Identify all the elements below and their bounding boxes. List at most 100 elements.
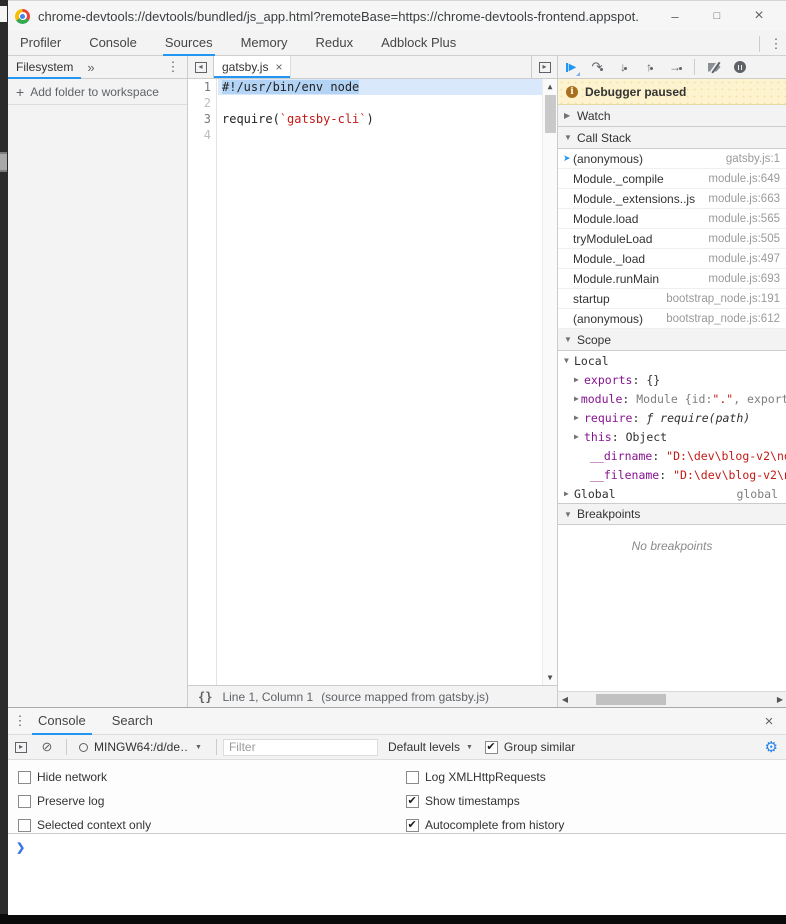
- watch-section-header[interactable]: ▶ Watch: [558, 105, 786, 127]
- close-drawer-icon[interactable]: ×: [760, 713, 778, 730]
- drawer-menu-icon[interactable]: ⋮: [8, 713, 32, 729]
- stack-frame[interactable]: startupbootstrap_node.js:191: [558, 289, 786, 309]
- clear-console-button[interactable]: ⊘: [34, 739, 60, 755]
- code-area[interactable]: 1 2 3 4 #!/usr/bin/env node require(`gat…: [188, 79, 557, 685]
- stack-frame[interactable]: Module._loadmodule.js:497: [558, 249, 786, 269]
- divider: [216, 739, 217, 755]
- tab-adblock-plus[interactable]: Adblock Plus: [379, 31, 458, 56]
- debugger-horizontal-scrollbar[interactable]: ◀ ▶: [558, 691, 786, 707]
- source-editor: ◂ gatsby.js × ▸ 1 2 3 4 #!/usr/bi: [188, 56, 557, 707]
- no-breakpoints-message: No breakpoints: [558, 539, 786, 553]
- tab-profiler[interactable]: Profiler: [18, 31, 63, 56]
- toggle-navigator-button[interactable]: ◂: [188, 56, 214, 78]
- hide-network-checkbox[interactable]: [18, 771, 31, 784]
- scroll-up-icon[interactable]: ▲: [543, 82, 557, 91]
- console-settings-gear-icon[interactable]: ⚙: [765, 738, 778, 756]
- console-toolbar: ▸ ⊘ MINGW64:/d/de… ▼ Default levels ▼ Gr…: [8, 735, 786, 760]
- show-timestamps-checkbox[interactable]: [406, 795, 419, 808]
- devtools-tab-bar: Profiler Console Sources Memory Redux Ad…: [8, 31, 786, 56]
- scope-prop-module[interactable]: ▶ module: Module {id: ".", exports:: [558, 389, 786, 408]
- scope-prop-require[interactable]: ▶ require: ƒ require(path): [558, 408, 786, 427]
- setting-log-xmlhttprequests[interactable]: Log XMLHttpRequests: [406, 765, 564, 789]
- setting-selected-context-only[interactable]: Selected context only: [18, 813, 151, 837]
- autocomplete-from-history-checkbox[interactable]: [406, 819, 419, 832]
- close-button[interactable]: ×: [738, 1, 780, 31]
- editor-tab-gatsbyjs[interactable]: gatsby.js ×: [214, 56, 291, 78]
- stack-frame[interactable]: tryModuleLoadmodule.js:505: [558, 229, 786, 249]
- tab-memory[interactable]: Memory: [239, 31, 290, 56]
- stack-frame[interactable]: Module._extensions..jsmodule.js:663: [558, 189, 786, 209]
- group-similar-checkbox[interactable]: [485, 741, 498, 754]
- stack-frame[interactable]: Module.loadmodule.js:565: [558, 209, 786, 229]
- tab-filesystem[interactable]: Filesystem: [8, 56, 81, 79]
- scrollbar-thumb[interactable]: [596, 694, 666, 705]
- stack-frame[interactable]: Module._compilemodule.js:649: [558, 169, 786, 189]
- step-button[interactable]: →: [662, 56, 688, 79]
- scope-prop-dirname[interactable]: __dirname: "D:\dev\blog-v2\node_mo: [558, 446, 786, 465]
- chevron-down-icon: ▼: [564, 510, 572, 519]
- context-selector[interactable]: MINGW64:/d/de…: [94, 740, 189, 754]
- scroll-left-icon[interactable]: ◀: [558, 692, 572, 707]
- log-levels-selector[interactable]: Default levels: [388, 740, 460, 754]
- close-tab-icon[interactable]: ×: [275, 60, 282, 74]
- scope-local[interactable]: ▼ Local: [558, 351, 786, 370]
- filter-input[interactable]: [223, 739, 378, 756]
- setting-preserve-log[interactable]: Preserve log: [18, 789, 151, 813]
- setting-hide-network[interactable]: Hide network: [18, 765, 151, 789]
- setting-autocomplete-from-history[interactable]: Autocomplete from history: [406, 813, 564, 837]
- step-into-button[interactable]: ↓: [610, 56, 636, 79]
- step-over-button[interactable]: ↷: [584, 56, 610, 79]
- setting-show-timestamps[interactable]: Show timestamps: [406, 789, 564, 813]
- step-out-button[interactable]: ↑: [636, 56, 662, 79]
- more-tabs-icon[interactable]: »: [81, 60, 100, 75]
- preserve-log-checkbox[interactable]: [18, 795, 31, 808]
- devtools-menu-icon[interactable]: ⋮: [766, 36, 786, 52]
- scroll-down-icon[interactable]: ▼: [543, 673, 557, 682]
- drawer-tab-search[interactable]: Search: [106, 708, 159, 735]
- call-stack-section-header[interactable]: ▼ Call Stack: [558, 127, 786, 149]
- navigator-menu-icon[interactable]: ⋮: [163, 59, 183, 75]
- log-xmlhttprequests-checkbox[interactable]: [406, 771, 419, 784]
- window-title: chrome-devtools://devtools/bundled/js_ap…: [38, 9, 638, 24]
- debugger-toolbar: ▶ ↷ ↓ ↑ →: [558, 56, 786, 79]
- scope-prop-exports[interactable]: ▶ exports: {}: [558, 370, 786, 389]
- toggle-debugger-button[interactable]: ▸: [531, 56, 557, 78]
- scope-prop-this[interactable]: ▶ this: Object: [558, 427, 786, 446]
- navigator-panel: Filesystem » ⋮ + Add folder to workspace: [8, 56, 188, 707]
- deactivate-breakpoints-button[interactable]: [701, 56, 727, 79]
- desktop-edge-artifact: [0, 6, 7, 22]
- dropdown-arrow-icon[interactable]: ▼: [195, 744, 202, 751]
- resume-button[interactable]: ▶: [558, 56, 584, 79]
- desktop-edge-grip: [0, 152, 7, 172]
- stack-frame[interactable]: (anonymous)bootstrap_node.js:612: [558, 309, 786, 329]
- show-console-sidebar-button[interactable]: ▸: [8, 742, 34, 753]
- tab-console[interactable]: Console: [87, 31, 139, 56]
- stack-frame[interactable]: ➤ (anonymous) gatsby.js:1: [558, 149, 786, 169]
- chevron-right-icon: ▶: [564, 489, 572, 498]
- breakpoints-section-header[interactable]: ▼ Breakpoints: [558, 503, 786, 525]
- pause-on-exceptions-button[interactable]: [727, 56, 753, 79]
- line-number: 2: [188, 95, 216, 111]
- console-drawer: ⋮ Console Search × ▸ ⊘ MINGW64:/d/de… ▼ …: [8, 707, 786, 915]
- sourcemap-note: (source mapped from gatsby.js): [321, 690, 489, 704]
- add-folder-button[interactable]: + Add folder to workspace: [8, 79, 187, 105]
- scroll-right-icon[interactable]: ▶: [773, 692, 786, 707]
- editor-vertical-scrollbar[interactable]: ▲ ▼: [542, 79, 557, 685]
- tab-redux[interactable]: Redux: [314, 31, 356, 56]
- pretty-print-icon[interactable]: {}: [198, 690, 212, 704]
- maximize-button[interactable]: □: [696, 1, 738, 31]
- scope-section-header[interactable]: ▼ Scope: [558, 329, 786, 351]
- scope-global[interactable]: ▶ Global global: [558, 484, 786, 503]
- desktop-edge: [0, 0, 8, 914]
- minimize-button[interactable]: –: [654, 1, 696, 31]
- devtools-window: chrome-devtools://devtools/bundled/js_ap…: [0, 0, 786, 924]
- scope-prop-filename[interactable]: __filename: "D:\dev\blog-v2\node_m: [558, 465, 786, 484]
- stack-frame[interactable]: Module.runMainmodule.js:693: [558, 269, 786, 289]
- scrollbar-thumb[interactable]: [545, 95, 556, 133]
- selected-context-only-checkbox[interactable]: [18, 819, 31, 832]
- console-prompt[interactable]: ❯: [8, 834, 786, 854]
- drawer-tab-console[interactable]: Console: [32, 708, 92, 735]
- code-line-2: [218, 95, 542, 111]
- dropdown-arrow-icon[interactable]: ▼: [466, 744, 473, 751]
- tab-sources[interactable]: Sources: [163, 31, 215, 56]
